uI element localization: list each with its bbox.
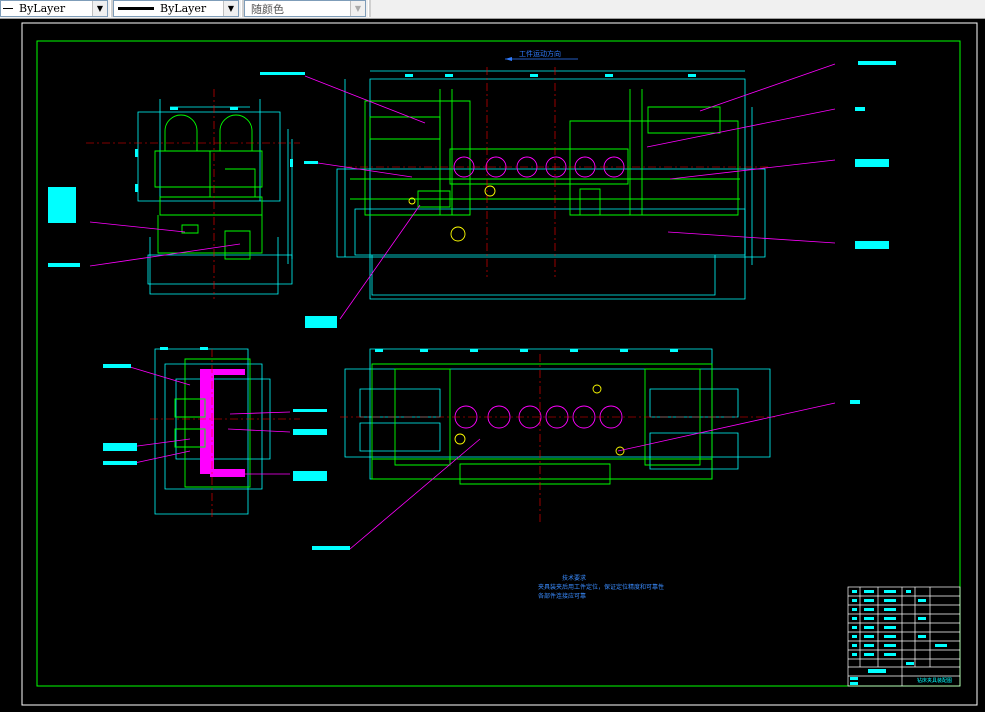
chevron-down-icon: ▼ xyxy=(350,1,365,16)
tech-req-line-2: 各部件连接应可靠 xyxy=(538,592,586,600)
linetype-swatch-line xyxy=(3,8,13,9)
plotstyle-combo-value: 随颜色 xyxy=(251,2,284,16)
chevron-down-icon[interactable]: ▼ xyxy=(92,1,107,16)
title-block-name: 钻床夹具装配图 xyxy=(917,677,952,684)
tech-req-title: 技术要求 xyxy=(562,574,586,582)
lineweight-combo-value: ByLayer xyxy=(160,2,207,15)
motion-direction-note: 工件运动方向 xyxy=(519,49,561,58)
cad-drawing: 工件运动方向 技术要求 夹具装夹后用工件定位，保证定位精度和可靠性 各部件连接应… xyxy=(0,19,985,708)
chevron-down-icon[interactable]: ▼ xyxy=(223,1,238,16)
toolbar-separator xyxy=(368,0,371,17)
linetype-combo[interactable]: ByLayer ▼ xyxy=(0,0,108,17)
properties-toolbar: ByLayer ▼ ByLayer ▼ 随颜色 ▼ xyxy=(0,0,985,19)
lineweight-combo[interactable]: ByLayer ▼ xyxy=(113,0,239,17)
plotstyle-combo[interactable]: 随颜色 ▼ xyxy=(244,0,366,17)
lineweight-swatch-line xyxy=(118,7,154,10)
tech-req-line-1: 夹具装夹后用工件定位，保证定位精度和可靠性 xyxy=(538,583,664,591)
linetype-combo-value: ByLayer xyxy=(19,2,66,15)
drawing-canvas[interactable]: 工件运动方向 技术要求 夹具装夹后用工件定位，保证定位精度和可靠性 各部件连接应… xyxy=(0,19,985,708)
